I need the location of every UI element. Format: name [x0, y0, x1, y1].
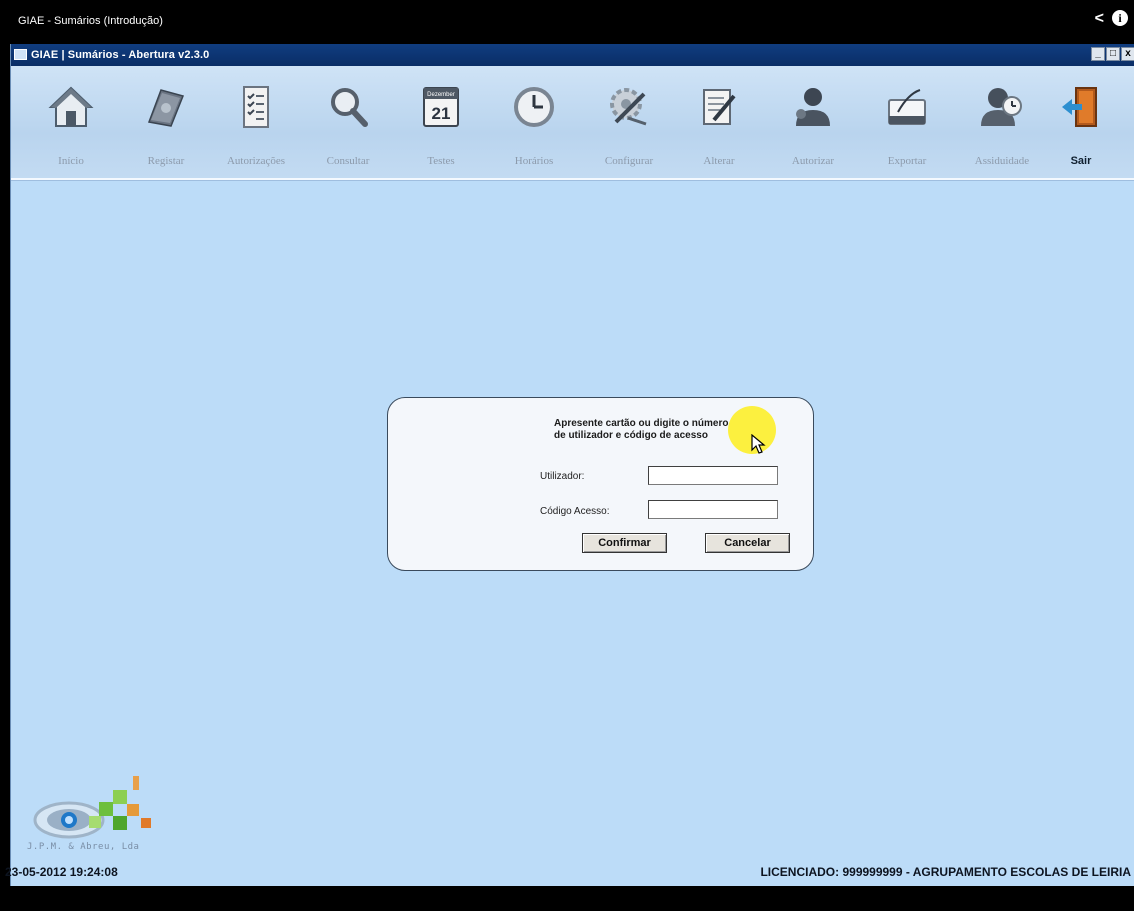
status-license: LICENCIADO: 999999999 - AGRUPAMENTO ESCO… [760, 865, 1131, 879]
checklist-icon [243, 86, 269, 128]
toolbar-inicio-label: Início [58, 155, 84, 167]
window-title: GIAE | Sumários - Abertura v2.3.0 [31, 49, 210, 61]
window-buttons: _ □ x [1091, 47, 1134, 61]
app-window: GIAE | Sumários - Abertura v2.3.0 _ □ x … [5, 44, 1134, 886]
calendar-month: Dezember [427, 92, 455, 98]
toolbar-testes-button[interactable]: Dezember 21 Testes [396, 76, 486, 172]
video-title: GIAE - Sumários (Introdução) [18, 15, 163, 27]
video-controls: < i [1095, 10, 1128, 28]
app-icon [14, 49, 27, 60]
toolbar-exportar-label: Exportar [887, 155, 927, 167]
toolbar-configurar-label: Configurar [604, 155, 654, 167]
close-button[interactable]: x [1121, 47, 1134, 61]
toolbar-inicio-button[interactable]: Início [26, 76, 116, 172]
toolbar-horarios-button[interactable]: Horários [489, 76, 579, 172]
video-footer [0, 886, 1134, 911]
calendar-day: 21 [432, 104, 451, 123]
toolbar-consultar-label: Consultar [326, 155, 370, 167]
exit-door-icon [1062, 87, 1097, 127]
export-icon [888, 89, 926, 125]
status-bar: 23-05-2012 19:24:08 LICENCIADO: 99999999… [5, 862, 1134, 880]
confirm-button[interactable]: Confirmar [582, 533, 667, 553]
toolbar-autorizacoes-label: Autorizações [226, 155, 286, 167]
toolbar-alterar-label: Alterar [703, 155, 735, 167]
toolbar-autorizar-button[interactable]: Autorizar [768, 76, 858, 172]
user-input[interactable] [648, 466, 778, 485]
login-prompt-line1: Apresente cartão ou digite o número [554, 418, 729, 429]
magnifier-icon [331, 88, 368, 127]
info-icon[interactable]: i [1112, 10, 1128, 26]
gear-tools-icon [610, 88, 647, 126]
toolbar-registar-label: Registar [147, 155, 185, 167]
cancel-button[interactable]: Cancelar [705, 533, 790, 553]
minimize-button[interactable]: _ [1091, 47, 1105, 61]
toolbar-assiduidade-label: Assiduidade [974, 155, 1030, 167]
logo-text: J.P.M. & Abreu, Lda [27, 842, 140, 852]
user-clock-icon [981, 88, 1022, 126]
mouse-pointer-icon [751, 434, 766, 454]
toolbar-sair-label: Sair [1070, 155, 1092, 167]
users-icon [796, 88, 830, 126]
code-label: Código Acesso: [540, 506, 610, 517]
toolbar-sair-button[interactable]: Sair [1036, 76, 1126, 172]
maximize-button[interactable]: □ [1106, 47, 1120, 61]
video-header: GIAE - Sumários (Introdução) < i [0, 0, 1134, 44]
clock-icon [514, 87, 554, 127]
toolbar-registar-button[interactable]: Registar [121, 76, 211, 172]
toolbar-assiduidade-button[interactable]: Assiduidade [957, 76, 1047, 172]
edit-note-icon [703, 89, 736, 125]
login-panel: Apresente cartão ou digite o número de u… [387, 397, 814, 571]
user-label: Utilizador: [540, 471, 585, 482]
share-icon[interactable]: < [1095, 10, 1104, 28]
toolbar-exportar-button[interactable]: Exportar [862, 76, 952, 172]
toolbar-testes-label: Testes [427, 155, 455, 167]
toolbar-configurar-button[interactable]: Configurar [584, 76, 674, 172]
toolbar-autorizacoes-button[interactable]: Autorizações [211, 76, 301, 172]
toolbar-autorizar-label: Autorizar [791, 155, 835, 167]
status-datetime: 23-05-2012 19:24:08 [5, 865, 118, 879]
toolbar-consultar-button[interactable]: Consultar [303, 76, 393, 172]
book-pen-icon [147, 89, 185, 127]
calendar-icon: Dezember 21 [423, 87, 459, 127]
toolbar-horarios-label: Horários [514, 155, 554, 167]
company-logo [33, 776, 151, 839]
toolbar-alterar-button[interactable]: Alterar [674, 76, 764, 172]
home-icon [48, 86, 94, 127]
window-titlebar: GIAE | Sumários - Abertura v2.3.0 _ □ x [11, 44, 1134, 66]
access-code-input[interactable] [648, 500, 778, 519]
main-toolbar: Início Registar Autorizações Consultar D… [11, 66, 1134, 180]
